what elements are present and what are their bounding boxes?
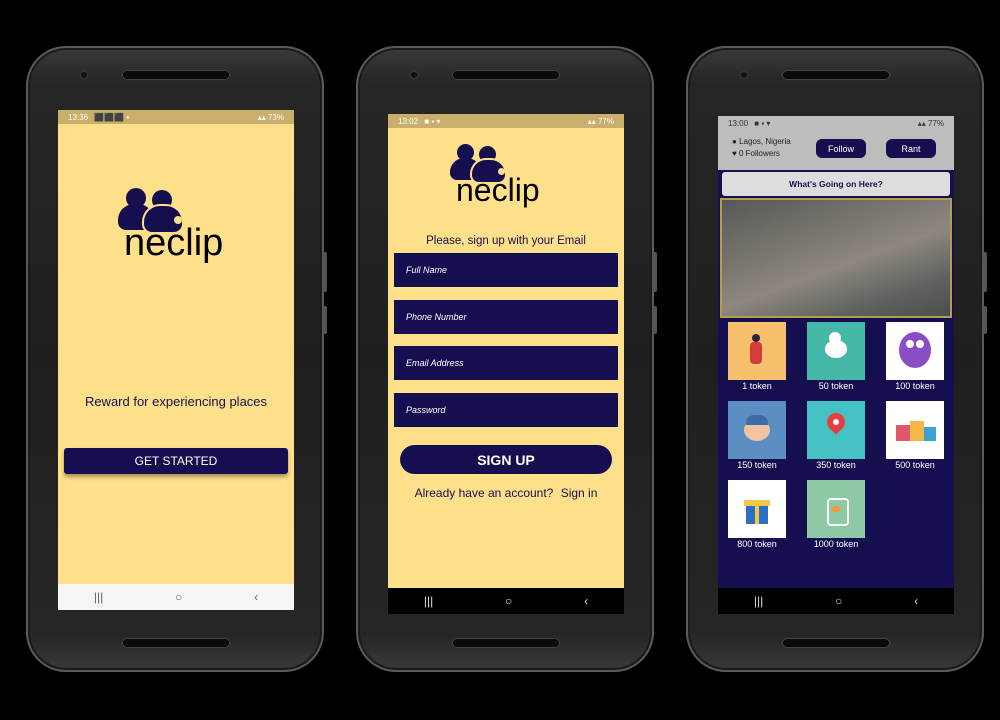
power-button — [323, 306, 327, 334]
token-label: 150 token — [737, 460, 777, 470]
phone-frame-3: 13:00 ■ ▪ ▾ ▴▴ 77% ● Lagos, Nigeria ♥ 0 … — [686, 46, 987, 672]
status-time: 13:02 — [398, 116, 419, 126]
email-field[interactable]: Email Address — [394, 346, 618, 380]
recent-apps-button[interactable]: ||| — [424, 594, 433, 608]
token-tile-800[interactable] — [728, 480, 786, 538]
app-logo: neclip — [450, 144, 580, 214]
front-camera — [79, 70, 89, 80]
earpiece-speaker — [122, 70, 230, 80]
battery-level: 73% — [267, 112, 284, 122]
signal-icon: ▴▴ — [917, 118, 926, 128]
token-label: 800 token — [737, 539, 777, 549]
android-nav-bar: ||| ○ ‹ — [58, 584, 294, 610]
recent-apps-button[interactable]: ||| — [94, 590, 103, 604]
home-button[interactable]: ○ — [505, 594, 512, 608]
power-button — [653, 306, 657, 334]
back-button[interactable]: ‹ — [584, 594, 588, 608]
location-row: ● Lagos, Nigeria — [732, 137, 791, 146]
token-tile-1[interactable] — [728, 322, 786, 380]
location-screen: 13:00 ■ ▪ ▾ ▴▴ 77% ● Lagos, Nigeria ♥ 0 … — [718, 116, 954, 588]
app-logo: neclip — [118, 188, 248, 268]
status-notification-icons: ⬛⬛⬛ • — [94, 112, 130, 122]
signin-link[interactable]: Sign in — [561, 486, 598, 500]
status-bar: 13:36 ⬛⬛⬛ • ▴▴ 73% — [58, 110, 294, 124]
whats-going-button[interactable]: What's Going on Here? — [722, 172, 950, 196]
earpiece-speaker — [452, 70, 560, 80]
signal-icon: ▴▴ — [587, 116, 596, 126]
back-button[interactable]: ‹ — [254, 590, 258, 604]
back-button[interactable]: ‹ — [914, 594, 918, 608]
recent-apps-button[interactable]: ||| — [754, 594, 763, 608]
status-bar: 13:02 ■ ▪ ▾ ▴▴ 77% — [388, 114, 624, 128]
welcome-screen: 13:36 ⬛⬛⬛ • ▴▴ 73% neclip Reward for exp… — [58, 110, 294, 610]
android-nav-bar: ||| ○ ‹ — [718, 588, 954, 614]
status-time: 13:36 — [68, 112, 89, 122]
rant-button[interactable]: Rant — [886, 139, 936, 158]
home-button[interactable]: ○ — [835, 594, 842, 608]
status-time: 13:00 — [728, 118, 749, 128]
token-tile-150[interactable] — [728, 401, 786, 459]
token-label: 100 token — [895, 381, 935, 391]
power-button — [983, 306, 987, 334]
heart-icon: ♥ — [732, 149, 737, 158]
location-pin-icon: ● — [732, 137, 737, 146]
token-tile-100[interactable] — [886, 322, 944, 380]
home-button[interactable]: ○ — [175, 590, 182, 604]
full-name-field[interactable]: Full Name — [394, 253, 618, 287]
tagline: Reward for experiencing places — [84, 394, 268, 409]
location-text: Lagos, Nigeria — [739, 137, 791, 146]
bottom-speaker — [782, 638, 890, 648]
token-label: 1 token — [742, 381, 772, 391]
token-label: 350 token — [816, 460, 856, 470]
phone-number-field[interactable]: Phone Number — [394, 300, 618, 334]
android-nav-bar: ||| ○ ‹ — [388, 588, 624, 614]
profile-header: ● Lagos, Nigeria ♥ 0 Followers Follow Ra… — [718, 130, 954, 170]
phone-frame-2: 13:02 ■ ▪ ▾ ▴▴ 77% neclip Please, sign u… — [356, 46, 657, 672]
signal-icon: ▴▴ — [257, 112, 266, 122]
token-label: 500 token — [895, 460, 935, 470]
token-tile-1000[interactable] — [807, 480, 865, 538]
get-started-button[interactable]: GET STARTED — [64, 448, 288, 474]
already-account-text: Already have an account? — [414, 486, 554, 500]
battery-level: 77% — [927, 118, 944, 128]
followers-count: 0 Followers — [738, 149, 780, 158]
token-tile-350[interactable] — [807, 401, 865, 459]
phone-frame-1: 13:36 ⬛⬛⬛ • ▴▴ 73% neclip Reward for exp… — [26, 46, 327, 672]
signup-screen: 13:02 ■ ▪ ▾ ▴▴ 77% neclip Please, sign u… — [388, 114, 624, 588]
location-photo — [720, 198, 952, 318]
logo-wordmark: neclip — [456, 172, 540, 208]
followers-row: ♥ 0 Followers — [732, 149, 780, 158]
bottom-speaker — [452, 638, 560, 648]
bottom-speaker — [122, 638, 230, 648]
token-label: 1000 token — [813, 539, 859, 549]
follow-button[interactable]: Follow — [816, 139, 866, 158]
signup-prompt: Please, sign up with your Email — [426, 235, 586, 247]
signup-button[interactable]: SIGN UP — [400, 445, 612, 474]
password-field[interactable]: Password — [394, 393, 618, 427]
front-camera — [409, 70, 419, 80]
battery-level: 77% — [597, 116, 614, 126]
token-tile-500[interactable] — [886, 401, 944, 459]
token-tile-50[interactable] — [807, 322, 865, 380]
volume-button — [983, 252, 987, 292]
volume-button — [653, 252, 657, 292]
earpiece-speaker — [782, 70, 890, 80]
signin-row: Already have an account? Sign in — [388, 486, 624, 500]
front-camera — [739, 70, 749, 80]
social-notification-icons: ■ ▪ ▾ — [754, 118, 771, 128]
token-label: 50 token — [818, 381, 854, 391]
status-bar: 13:00 ■ ▪ ▾ ▴▴ 77% — [718, 116, 954, 130]
social-notification-icons: ■ ▪ ▾ — [424, 116, 441, 126]
volume-button — [323, 252, 327, 292]
logo-wordmark: neclip — [124, 222, 224, 264]
